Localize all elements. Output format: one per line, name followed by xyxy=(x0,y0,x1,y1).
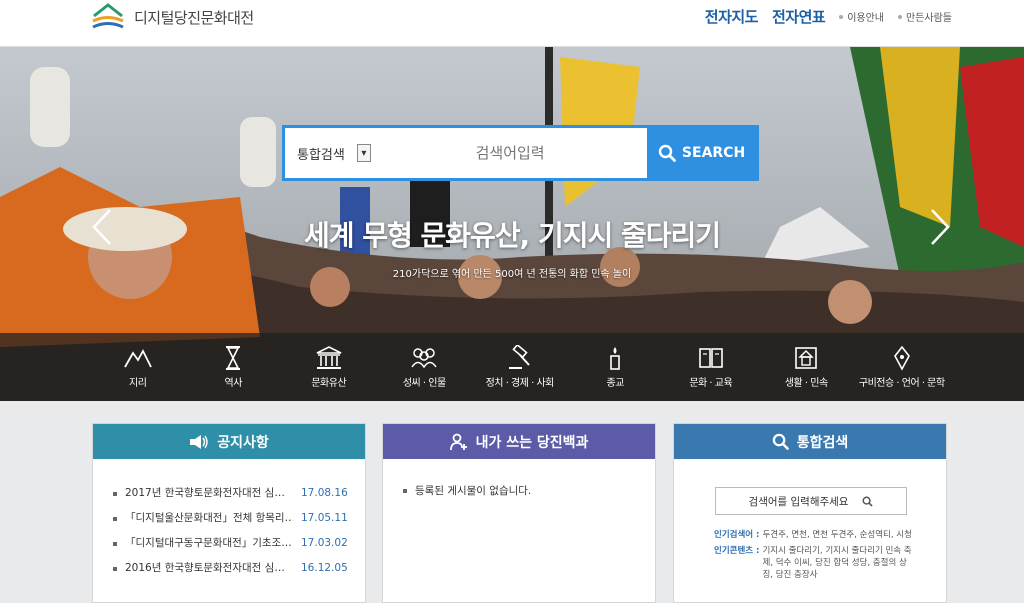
book-icon xyxy=(698,348,723,368)
bullet-icon xyxy=(898,14,902,19)
gavel-icon xyxy=(508,343,530,369)
search-icon xyxy=(772,433,789,450)
list-item[interactable]: 2016년 한국향토문화전자대전 심… 16.12.05 xyxy=(113,556,365,581)
my-encyclopedia-title: 내가 쓰는 당진백과 xyxy=(475,434,589,451)
popular-keywords-list[interactable]: 두견주, 면천, 면천 두견주, 순성역티, 시청 xyxy=(762,529,911,541)
notice-text: 「디지털대구동구문화대전」기초조… xyxy=(125,537,292,549)
category-label: 문화유산 xyxy=(311,378,347,389)
empty-message-text: 등록된 게시물이 없습니다. xyxy=(415,485,532,497)
nav-usage-guide-label: 이용안내 xyxy=(847,13,884,24)
category-cultural-heritage[interactable]: 문화유산 xyxy=(281,333,377,401)
category-geography[interactable]: 지리 xyxy=(90,333,186,401)
search-icon xyxy=(658,144,676,162)
house-icon xyxy=(795,347,818,369)
nav-credits-label: 만든사람들 xyxy=(906,13,952,24)
notice-text: 2017년 한국향토문화전자대전 심… xyxy=(125,487,285,499)
notice-panel-header[interactable]: 공지사항 xyxy=(93,424,365,459)
category-label: 지리 xyxy=(129,378,147,389)
hourglass-icon xyxy=(226,346,241,370)
category-politics-economy-society[interactable]: 정치 · 경제 · 사회 xyxy=(472,333,568,401)
notice-date: 17.03.02 xyxy=(301,537,348,549)
hero-subtitle: 210가닥으로 엮어 만든 500여 년 전통의 화합 민속 놀이 xyxy=(392,269,632,280)
category-surnames-people[interactable]: 성씨 · 인물 xyxy=(377,333,473,401)
mountain-icon xyxy=(123,349,152,368)
bullet-icon xyxy=(839,14,844,19)
my-encyclopedia-panel: 내가 쓰는 당진백과 등록된 게시물이 없습니다. xyxy=(382,423,656,603)
notice-date: 16.12.05 xyxy=(301,562,348,574)
category-life-folklore[interactable]: 생활 · 민속 xyxy=(759,333,855,401)
category-menu-bar: 지리 역사 문화유산 성씨 · 인물 정치 · 경제 · 사회 종교 문화 · … xyxy=(0,333,1024,401)
notice-list: 2017년 한국향토문화전자대전 심… 17.08.16 「디지털울산문화대전」전… xyxy=(93,459,365,581)
bullet-icon xyxy=(113,517,117,521)
search-category-select[interactable]: 통합검색 ▾ xyxy=(285,128,393,178)
user-add-icon xyxy=(449,433,467,450)
empty-message: 등록된 게시물이 없습니다. xyxy=(383,459,655,498)
site-header: 디지털당진문화대전 전자지도 전자연표 이용안내 만든사람들 xyxy=(0,0,1024,47)
temple-icon xyxy=(316,346,342,369)
search-button-label: SEARCH xyxy=(681,145,746,161)
popular-contents-label: 인기콘텐츠 : xyxy=(714,546,760,556)
search-icon[interactable] xyxy=(862,495,874,507)
integrated-search-title: 통합검색 xyxy=(796,434,849,451)
category-label: 문화 · 교육 xyxy=(689,378,733,389)
category-label: 종교 xyxy=(606,378,625,389)
popular-keywords: 인기검색어 : 두견주, 면천, 면천 두견주, 순성역티, 시청 xyxy=(714,529,914,541)
top-nav: 전자지도 전자연표 이용안내 만든사람들 xyxy=(691,6,952,27)
people-icon xyxy=(411,348,437,369)
popular-contents: 인기콘텐츠 : 기지시 줄다리기, 기지시 줄다리기 민속 축제, 덕수 이씨,… xyxy=(714,545,914,581)
search-category-value: 통합검색 xyxy=(297,147,345,163)
category-religion[interactable]: 종교 xyxy=(568,333,664,401)
notice-text: 「디지털울산문화대전」전체 항목리… xyxy=(125,512,293,524)
search-button[interactable]: SEARCH xyxy=(647,128,756,178)
list-item[interactable]: 「디지털울산문화대전」전체 항목리… 17.05.11 xyxy=(113,506,365,531)
list-item[interactable]: 2017년 한국향토문화전자대전 심… 17.08.16 xyxy=(113,481,365,506)
my-encyclopedia-header[interactable]: 내가 쓰는 당진백과 xyxy=(383,424,655,459)
category-label: 정치 · 경제 · 사회 xyxy=(485,378,555,389)
bullet-icon xyxy=(113,492,117,496)
category-label: 생활 · 민속 xyxy=(784,378,828,389)
hero-banner: 통합검색 ▾ SEARCH 세계 무형 문화유산, 기지시 줄다리기 210가닥… xyxy=(0,47,1024,401)
bullet-icon xyxy=(113,542,117,546)
main-search-input[interactable] xyxy=(393,128,648,178)
slide-prev-arrow-icon[interactable] xyxy=(90,207,114,247)
notice-panel-title: 공지사항 xyxy=(217,434,269,451)
notice-date: 17.05.11 xyxy=(301,512,348,524)
category-history[interactable]: 역사 xyxy=(186,333,282,401)
notice-text: 2016년 한국향토문화전자대전 심… xyxy=(125,562,285,574)
category-oral-tradition-language-literature[interactable]: 구비전승 · 언어 · 문학 xyxy=(854,333,950,401)
pen-icon xyxy=(893,345,910,371)
nav-credits[interactable]: 만든사람들 xyxy=(898,9,952,24)
integrated-search-panel: 통합검색 검색어를 입력해주세요 인기검색어 : 두견주, 면천, 면천 두견주… xyxy=(673,423,947,603)
slide-next-arrow-icon[interactable] xyxy=(928,207,952,247)
chevron-down-icon[interactable]: ▾ xyxy=(356,144,371,162)
notice-panel: 공지사항 2017년 한국향토문화전자대전 심… 17.08.16 「디지털울산문… xyxy=(92,423,366,603)
integrated-search-header[interactable]: 통합검색 xyxy=(674,424,946,459)
site-logo[interactable]: 디지털당진문화대전 xyxy=(90,2,254,32)
logo-icon xyxy=(92,3,124,29)
nav-usage-guide[interactable]: 이용안내 xyxy=(839,9,884,24)
bullet-icon xyxy=(403,489,407,493)
candle-icon xyxy=(610,347,621,370)
category-culture-education[interactable]: 문화 · 교육 xyxy=(663,333,759,401)
hero-title: 세계 무형 문화유산, 기지시 줄다리기 xyxy=(303,219,721,252)
category-label: 성씨 · 인물 xyxy=(402,378,446,389)
category-label: 구비전승 · 언어 · 문학 xyxy=(858,378,945,389)
panel-search-input[interactable]: 검색어를 입력해주세요 xyxy=(715,487,907,515)
nav-electronic-timeline[interactable]: 전자연표 xyxy=(772,6,826,27)
panel-search-placeholder: 검색어를 입력해주세요 xyxy=(748,495,849,508)
category-label: 역사 xyxy=(224,378,243,389)
bullet-icon xyxy=(113,567,117,571)
nav-electronic-map[interactable]: 전자지도 xyxy=(705,6,759,27)
logo-text: 디지털당진문화대전 xyxy=(134,8,254,27)
notice-date: 17.08.16 xyxy=(301,487,348,499)
speaker-icon xyxy=(190,434,208,449)
popular-contents-list[interactable]: 기지시 줄다리기, 기지시 줄다리기 민속 축제, 덕수 이씨, 당진 합덕 성… xyxy=(762,545,914,581)
popular-keywords-label: 인기검색어 : xyxy=(714,530,760,540)
list-item[interactable]: 「디지털대구동구문화대전」기초조… 17.03.02 xyxy=(113,531,365,556)
main-search-box: 통합검색 ▾ SEARCH xyxy=(282,125,759,181)
